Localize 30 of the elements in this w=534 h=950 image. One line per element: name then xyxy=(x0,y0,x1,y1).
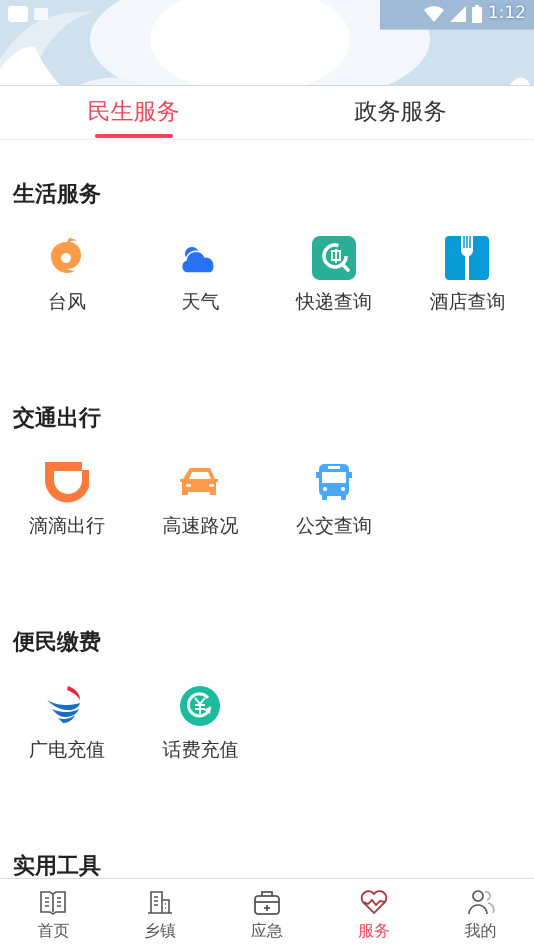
tab[interactable]: 民生服务 xyxy=(0,86,267,139)
service-item[interactable]: 天气 xyxy=(134,236,267,316)
service-item[interactable]: 话费充值 xyxy=(134,684,267,764)
section-title: 实用工具 xyxy=(13,853,101,878)
section-title: 生活服务 xyxy=(13,181,101,209)
service-item[interactable]: 公交查询 xyxy=(267,460,400,540)
service-item[interactable]: 滴滴出行 xyxy=(0,460,134,540)
magnifier-app-icon xyxy=(312,236,356,280)
service-item[interactable]: 广电充值 xyxy=(0,684,134,764)
service-item[interactable]: 高速路况 xyxy=(134,460,267,540)
nav-tab[interactable]: 我的 xyxy=(427,879,534,950)
yuan-refresh-icon xyxy=(178,684,222,728)
nav-tab[interactable]: 服务 xyxy=(320,879,428,950)
notification-icon xyxy=(34,8,48,20)
status-time: 1:12 xyxy=(488,2,526,26)
nav-tab[interactable]: 应急 xyxy=(214,879,320,950)
wifi-icon xyxy=(424,6,444,22)
notification-icon xyxy=(8,6,28,22)
d-shape-icon xyxy=(44,460,89,504)
service-item[interactable]: 台风 xyxy=(0,236,134,316)
signal-icon xyxy=(450,6,466,22)
section-title: 交通出行 xyxy=(13,404,101,433)
nav-tab[interactable]: 首页 xyxy=(0,879,107,950)
tab[interactable]: 政务服务 xyxy=(267,86,534,139)
nav-tab[interactable]: 乡镇 xyxy=(106,879,214,950)
service-item[interactable]: 快递查询 xyxy=(267,236,400,316)
battery-icon xyxy=(472,5,482,23)
fork-app-icon xyxy=(445,236,490,280)
service-item[interactable]: 酒店查询 xyxy=(400,236,534,316)
section-title: 便民缴费 xyxy=(13,629,101,657)
